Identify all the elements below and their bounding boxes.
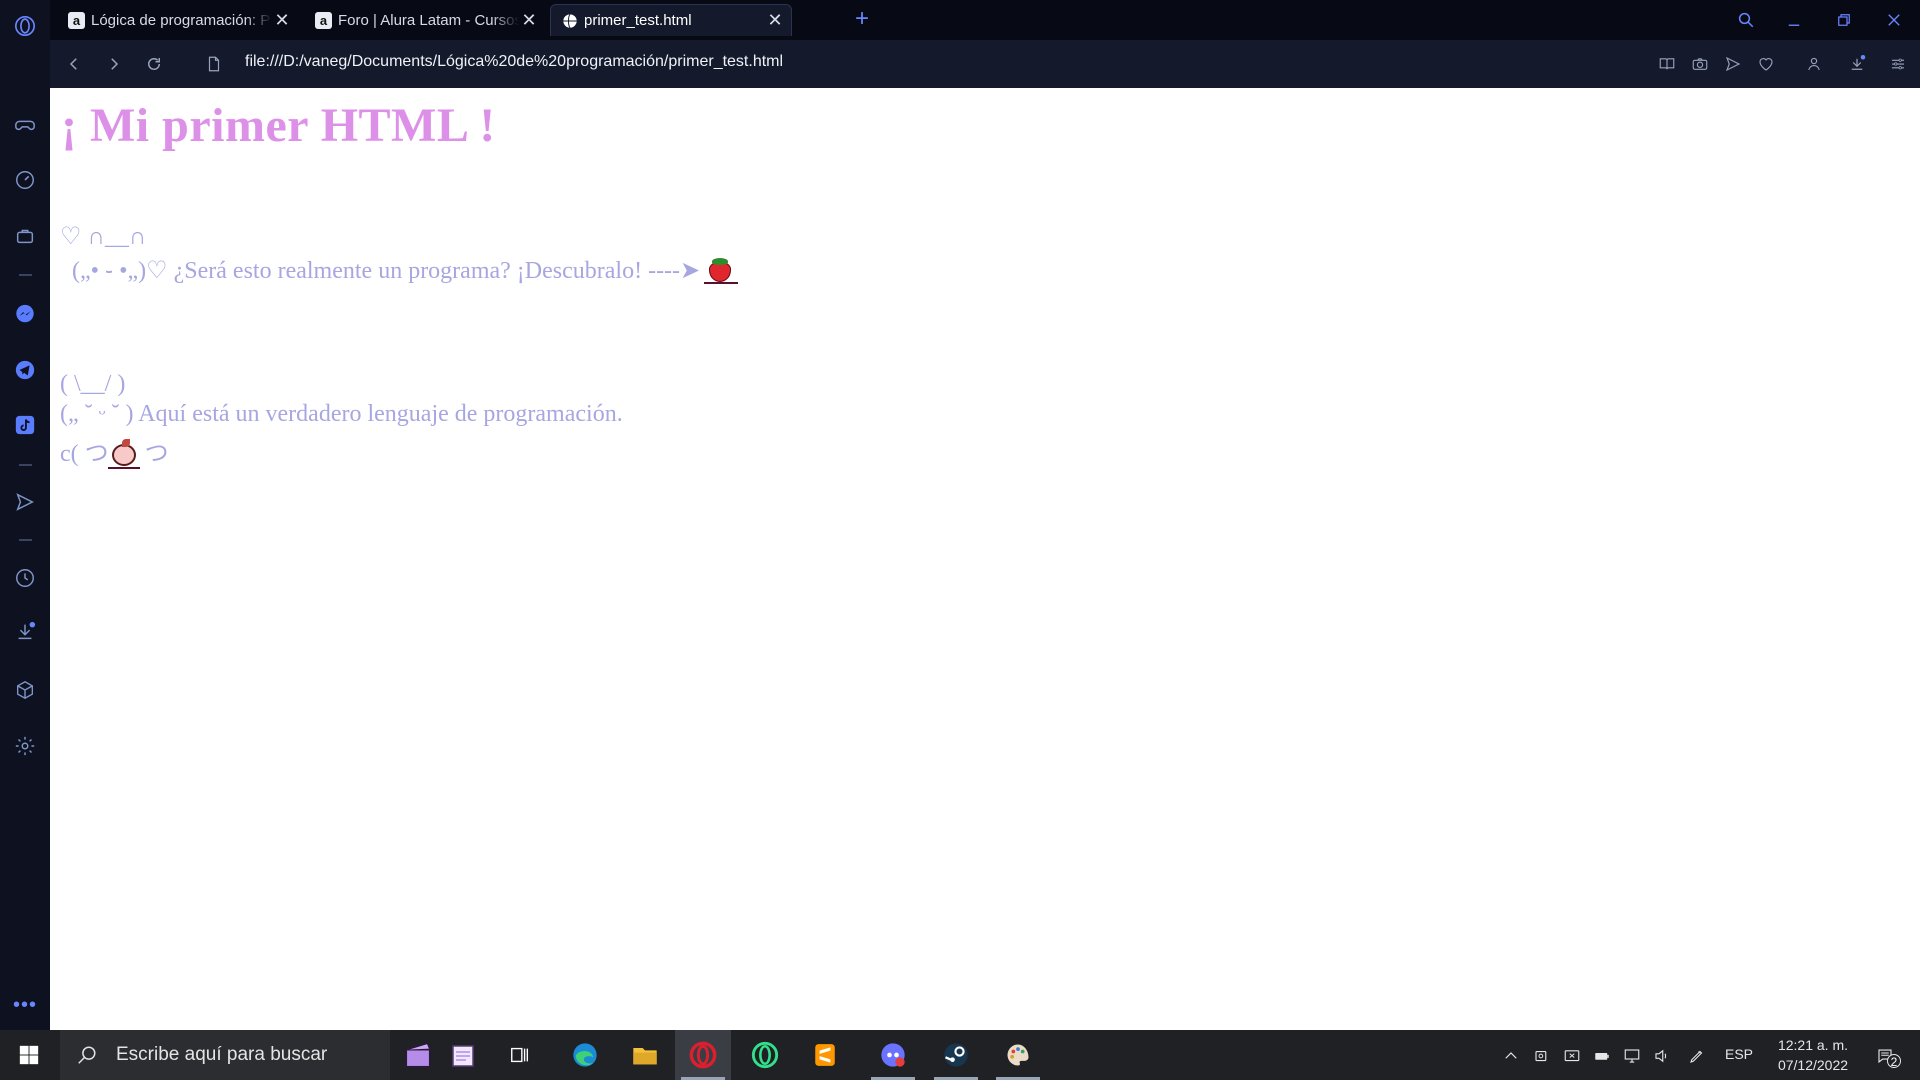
ascii-art-bunny-ears: ♡ ∩__∩ <box>60 224 147 250</box>
page-heading: ¡ Mi primer HTML ! <box>61 99 496 152</box>
tray-volume-icon[interactable] <box>1651 1045 1673 1067</box>
address-bar-url[interactable]: file:///D:/vaneg/Documents/Lógica%20de%2… <box>245 53 783 71</box>
paint-palette-icon[interactable] <box>990 1030 1046 1080</box>
alura-favicon-icon: a <box>315 11 332 29</box>
tray-display-icon[interactable] <box>1561 1045 1583 1067</box>
strawberry-emoji-icon <box>704 256 739 284</box>
tray-pen-icon[interactable] <box>1686 1045 1708 1067</box>
bunny-question-text: („• ֊ •„)♡ ¿Será esto realmente un progr… <box>60 258 701 284</box>
opera-taskbar-icon[interactable] <box>675 1030 731 1080</box>
send-icon[interactable] <box>0 482 50 522</box>
minimize-icon[interactable] <box>1778 6 1810 34</box>
file-explorer-icon[interactable] <box>620 1030 670 1080</box>
notes-sticker-icon[interactable] <box>440 1030 486 1080</box>
globe-favicon-icon <box>561 12 578 29</box>
briefcase-icon[interactable] <box>0 216 50 256</box>
opera-gx-icon[interactable] <box>740 1030 790 1080</box>
taskbar-search-box[interactable]: Escribe aquí para buscar <box>60 1030 390 1080</box>
settings-gear-icon[interactable] <box>0 726 50 766</box>
tray-meet-camera-icon[interactable] <box>1531 1045 1553 1067</box>
back-arrow-icon[interactable] <box>62 52 86 76</box>
tab-label: primer_test.html <box>584 12 692 29</box>
profile-user-icon[interactable] <box>1802 52 1826 76</box>
steam-icon[interactable] <box>928 1030 984 1080</box>
browser-sidebar: ••• <box>0 0 50 1030</box>
peach-emoji-icon <box>107 439 140 469</box>
sidebar-divider <box>19 464 32 466</box>
task-view-icon[interactable] <box>500 1030 540 1080</box>
extensions-cube-icon[interactable] <box>0 670 50 710</box>
easy-setup-sliders-icon[interactable] <box>1886 52 1910 76</box>
tray-clock[interactable]: 12:21 a. m. 07/12/2022 <box>1768 1035 1858 1075</box>
send-flow-icon[interactable] <box>1721 52 1745 76</box>
sidebar-divider <box>19 539 32 541</box>
download-toolbar-icon[interactable] <box>1845 52 1869 76</box>
bear-hands-left: c( つ <box>60 441 109 467</box>
downloads-icon[interactable] <box>0 612 50 652</box>
tab-close-icon[interactable]: ✕ <box>272 10 292 30</box>
file-page-icon[interactable] <box>202 52 226 76</box>
reload-icon[interactable] <box>142 52 166 76</box>
notification-count-badge: 2 <box>1887 1054 1901 1069</box>
tab-label: Lógica de programación: Pa <box>91 11 272 29</box>
reader-book-icon[interactable] <box>1655 52 1679 76</box>
close-window-icon[interactable] <box>1878 6 1910 34</box>
search-placeholder: Escribe aquí para buscar <box>116 1044 328 1065</box>
ascii-art-bear-ears: ( \__/ ) <box>60 371 126 397</box>
more-dots-icon[interactable]: ••• <box>0 985 50 1025</box>
new-tab-plus-icon[interactable]: + <box>850 7 874 32</box>
windows-start-icon[interactable] <box>0 1030 58 1080</box>
discord-icon[interactable] <box>865 1030 921 1080</box>
tiktok-icon[interactable] <box>0 405 50 445</box>
search-magnifier-icon <box>78 1046 96 1064</box>
bear-language-line: („ ˘ ᵕ ˘ ) Aquí está un verdadero lengua… <box>60 401 623 427</box>
clapper-sticker-icon[interactable] <box>395 1030 441 1080</box>
tray-language[interactable]: ESP <box>1725 1046 1753 1062</box>
history-icon[interactable] <box>0 558 50 598</box>
bear-hands-line: c( つ つ <box>60 433 169 469</box>
forward-arrow-icon[interactable] <box>102 52 126 76</box>
tab-primer-test[interactable]: primer_test.html ✕ <box>550 4 792 36</box>
windows-taskbar: Escribe aquí para buscar ESP 12:21 a. m.… <box>0 1030 1920 1080</box>
notification-center-icon[interactable]: 2 <box>1870 1045 1901 1069</box>
address-toolbar: file:///D:/vaneg/Documents/Lógica%20de%2… <box>50 40 1920 88</box>
gamepad-icon[interactable] <box>0 105 50 145</box>
tray-battery-icon[interactable] <box>1591 1045 1613 1067</box>
heart-bookmark-icon[interactable] <box>1754 52 1778 76</box>
clock-time: 12:21 a. m. <box>1777 1037 1849 1053</box>
speed-dial-icon[interactable] <box>0 160 50 200</box>
tab-strip: a Lógica de programación: Pa ✕ a Foro | … <box>50 0 1920 40</box>
tab-foro[interactable]: a Foro | Alura Latam - Cursos ✕ <box>305 4 545 36</box>
tray-network-icon[interactable] <box>1621 1045 1643 1067</box>
edge-browser-icon[interactable] <box>560 1030 610 1080</box>
clock-date: 07/12/2022 <box>1777 1057 1849 1073</box>
sidebar-divider <box>19 274 32 276</box>
sublime-text-icon[interactable] <box>800 1030 850 1080</box>
tab-search-icon[interactable] <box>1730 6 1762 34</box>
camera-snapshot-icon[interactable] <box>1688 52 1712 76</box>
tab-close-icon[interactable]: ✕ <box>765 10 785 31</box>
bear-hands-right: つ <box>138 441 169 467</box>
messenger-icon[interactable] <box>0 294 50 334</box>
restore-icon[interactable] <box>1828 6 1860 34</box>
tab-close-icon[interactable]: ✕ <box>519 10 539 30</box>
opera-logo-icon[interactable] <box>0 6 50 46</box>
alura-favicon-icon: a <box>68 11 85 29</box>
tray-chevron-up-icon[interactable] <box>1500 1045 1522 1067</box>
tab-logica[interactable]: a Lógica de programación: Pa ✕ <box>58 4 298 36</box>
bunny-question-line: („• ֊ •„)♡ ¿Será esto realmente un progr… <box>60 256 739 285</box>
telegram-icon[interactable] <box>0 350 50 390</box>
tab-label: Foro | Alura Latam - Cursos <box>338 11 519 29</box>
page-viewport: ¡ Mi primer HTML ! ♡ ∩__∩ („• ֊ •„)♡ ¿Se… <box>50 88 1920 1030</box>
